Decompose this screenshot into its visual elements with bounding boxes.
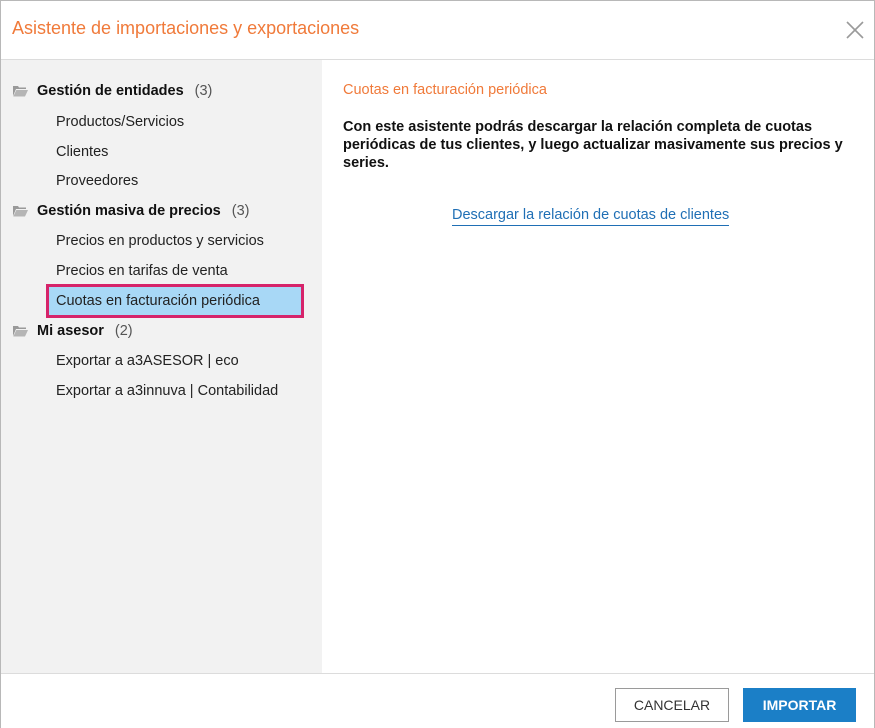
dialog-header: Asistente de importaciones y exportacion… (1, 1, 874, 60)
content-title: Cuotas en facturación periódica (343, 82, 547, 98)
sidebar-item-precios-tarifas[interactable]: Precios en tarifas de venta (48, 257, 302, 285)
import-export-dialog: Asistente de importaciones y exportacion… (0, 0, 875, 728)
group-gestion-masiva-precios[interactable]: Gestión masiva de precios (3) (13, 200, 249, 222)
sidebar-item-exportar-a3asesor[interactable]: Exportar a a3ASESOR | eco (48, 347, 302, 375)
group-label: Gestión de entidades (37, 83, 184, 99)
sidebar-item-precios-productos[interactable]: Precios en productos y servicios (48, 227, 302, 255)
group-gestion-entidades[interactable]: Gestión de entidades (3) (13, 80, 212, 102)
sidebar-item-exportar-a3innuva[interactable]: Exportar a a3innuva | Contabilidad (48, 377, 302, 405)
sidebar-item-productos-servicios[interactable]: Productos/Servicios (48, 108, 302, 136)
group-mi-asesor[interactable]: Mi asesor (2) (13, 320, 133, 342)
sidebar-item-cuotas-facturacion[interactable]: Cuotas en facturación periódica (46, 284, 304, 318)
dialog-title: Asistente de importaciones y exportacion… (12, 18, 360, 38)
group-count: (3) (194, 83, 213, 99)
sidebar-item-proveedores[interactable]: Proveedores (48, 167, 302, 195)
sidebar: Gestión de entidades (3) Productos/Servi… (1, 60, 322, 673)
group-label: Gestión masiva de precios (37, 203, 221, 219)
close-icon[interactable] (845, 20, 865, 40)
download-cuotas-link[interactable]: Descargar la relación de cuotas de clien… (452, 207, 730, 226)
group-count: (2) (114, 323, 133, 339)
folder-icon (13, 326, 28, 337)
content-panel: Cuotas en facturación periódica Con este… (322, 60, 874, 673)
group-count: (3) (231, 203, 250, 219)
folder-icon (13, 86, 28, 97)
sidebar-item-clientes[interactable]: Clientes (48, 138, 302, 166)
import-button[interactable]: IMPORTAR (743, 688, 856, 722)
group-label: Mi asesor (37, 323, 104, 339)
folder-icon (13, 206, 28, 217)
cancel-button[interactable]: CANCELAR (615, 688, 729, 722)
content-description: Con este asistente podrás descargar la r… (343, 119, 843, 171)
dialog-footer: CANCELAR IMPORTAR (1, 673, 874, 728)
